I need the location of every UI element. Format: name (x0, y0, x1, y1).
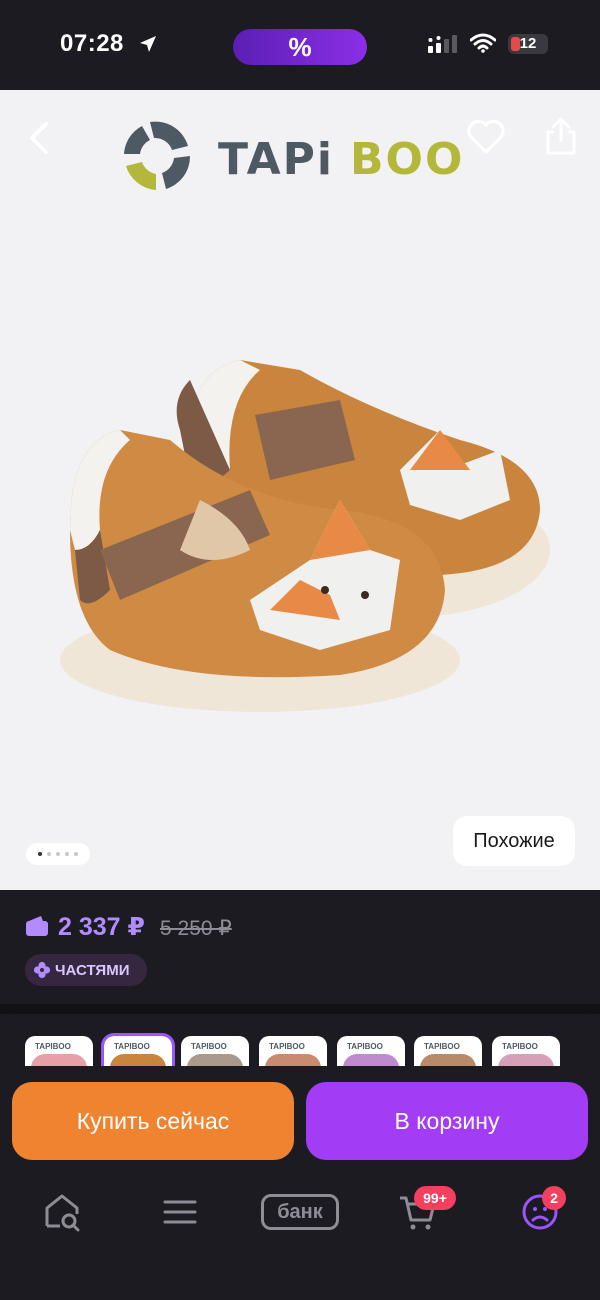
pager-dot (38, 852, 42, 856)
price-panel: 2 337 ₽ 5 250 ₽ ЧАСТЯМИ (0, 890, 600, 1004)
variant-logo: TAPIBOO (191, 1042, 227, 1051)
installments-badge[interactable]: ЧАСТЯМИ (25, 954, 147, 986)
variant-logo: TAPIBOO (269, 1042, 305, 1051)
cart-count-badge: 99+ (414, 1186, 456, 1210)
buy-now-button[interactable]: Купить сейчас (12, 1082, 294, 1160)
add-to-cart-button[interactable]: В корзину (306, 1082, 588, 1160)
gallery-pager (26, 843, 90, 865)
pager-dot (56, 852, 60, 856)
variant-logo: TAPIBOO (114, 1042, 150, 1051)
variant-logo: TAPIBOO (347, 1042, 383, 1051)
bank-button[interactable]: банк (261, 1194, 339, 1230)
home-search-icon[interactable] (42, 1192, 82, 1232)
brand-logo: TAPi BOO (124, 121, 464, 190)
product-photo (60, 360, 550, 712)
share-icon[interactable] (542, 116, 580, 156)
promo-pill[interactable]: % (233, 29, 367, 65)
wifi-icon (470, 33, 496, 53)
menu-icon[interactable] (160, 1192, 200, 1232)
chevron-left-icon[interactable] (22, 120, 58, 156)
location-arrow-icon (140, 36, 156, 52)
pager-dot (47, 852, 51, 856)
product-gallery[interactable]: TAPi BOO Похожие (0, 90, 600, 890)
variant-logo: TAPIBOO (424, 1042, 460, 1051)
flower-icon (33, 961, 51, 979)
bottom-nav: банк 99+ 2 (0, 1176, 600, 1300)
pager-dot (65, 852, 69, 856)
battery-indicator: 12 (508, 34, 548, 54)
status-time: 07:28 (60, 30, 124, 57)
status-bar: 07:28 % 12 (0, 0, 600, 90)
cellular-signal-icon (428, 35, 457, 53)
similar-button[interactable]: Похожие (453, 816, 575, 866)
installments-label: ЧАСТЯМИ (55, 961, 130, 979)
heart-icon[interactable] (466, 118, 506, 156)
wallet-icon (26, 916, 48, 936)
color-variants: TAPIBOO TAPIBOO TAPIBOO TAPIBOO TAPIBOO … (0, 1014, 600, 1074)
pager-dot (74, 852, 78, 856)
variant-logo: TAPIBOO (35, 1042, 71, 1051)
purchase-actions: Купить сейчас В корзину (0, 1066, 600, 1176)
battery-level: 12 (519, 35, 537, 52)
svg-text:BOO: BOO (350, 134, 464, 185)
section-divider (0, 1004, 600, 1014)
current-price: 2 337 ₽ (58, 913, 145, 941)
profile-notification-badge: 2 (542, 1186, 566, 1210)
svg-text:TAPi: TAPi (218, 134, 334, 185)
old-price: 5 250 ₽ (160, 917, 232, 940)
variant-logo: TAPIBOO (502, 1042, 538, 1051)
